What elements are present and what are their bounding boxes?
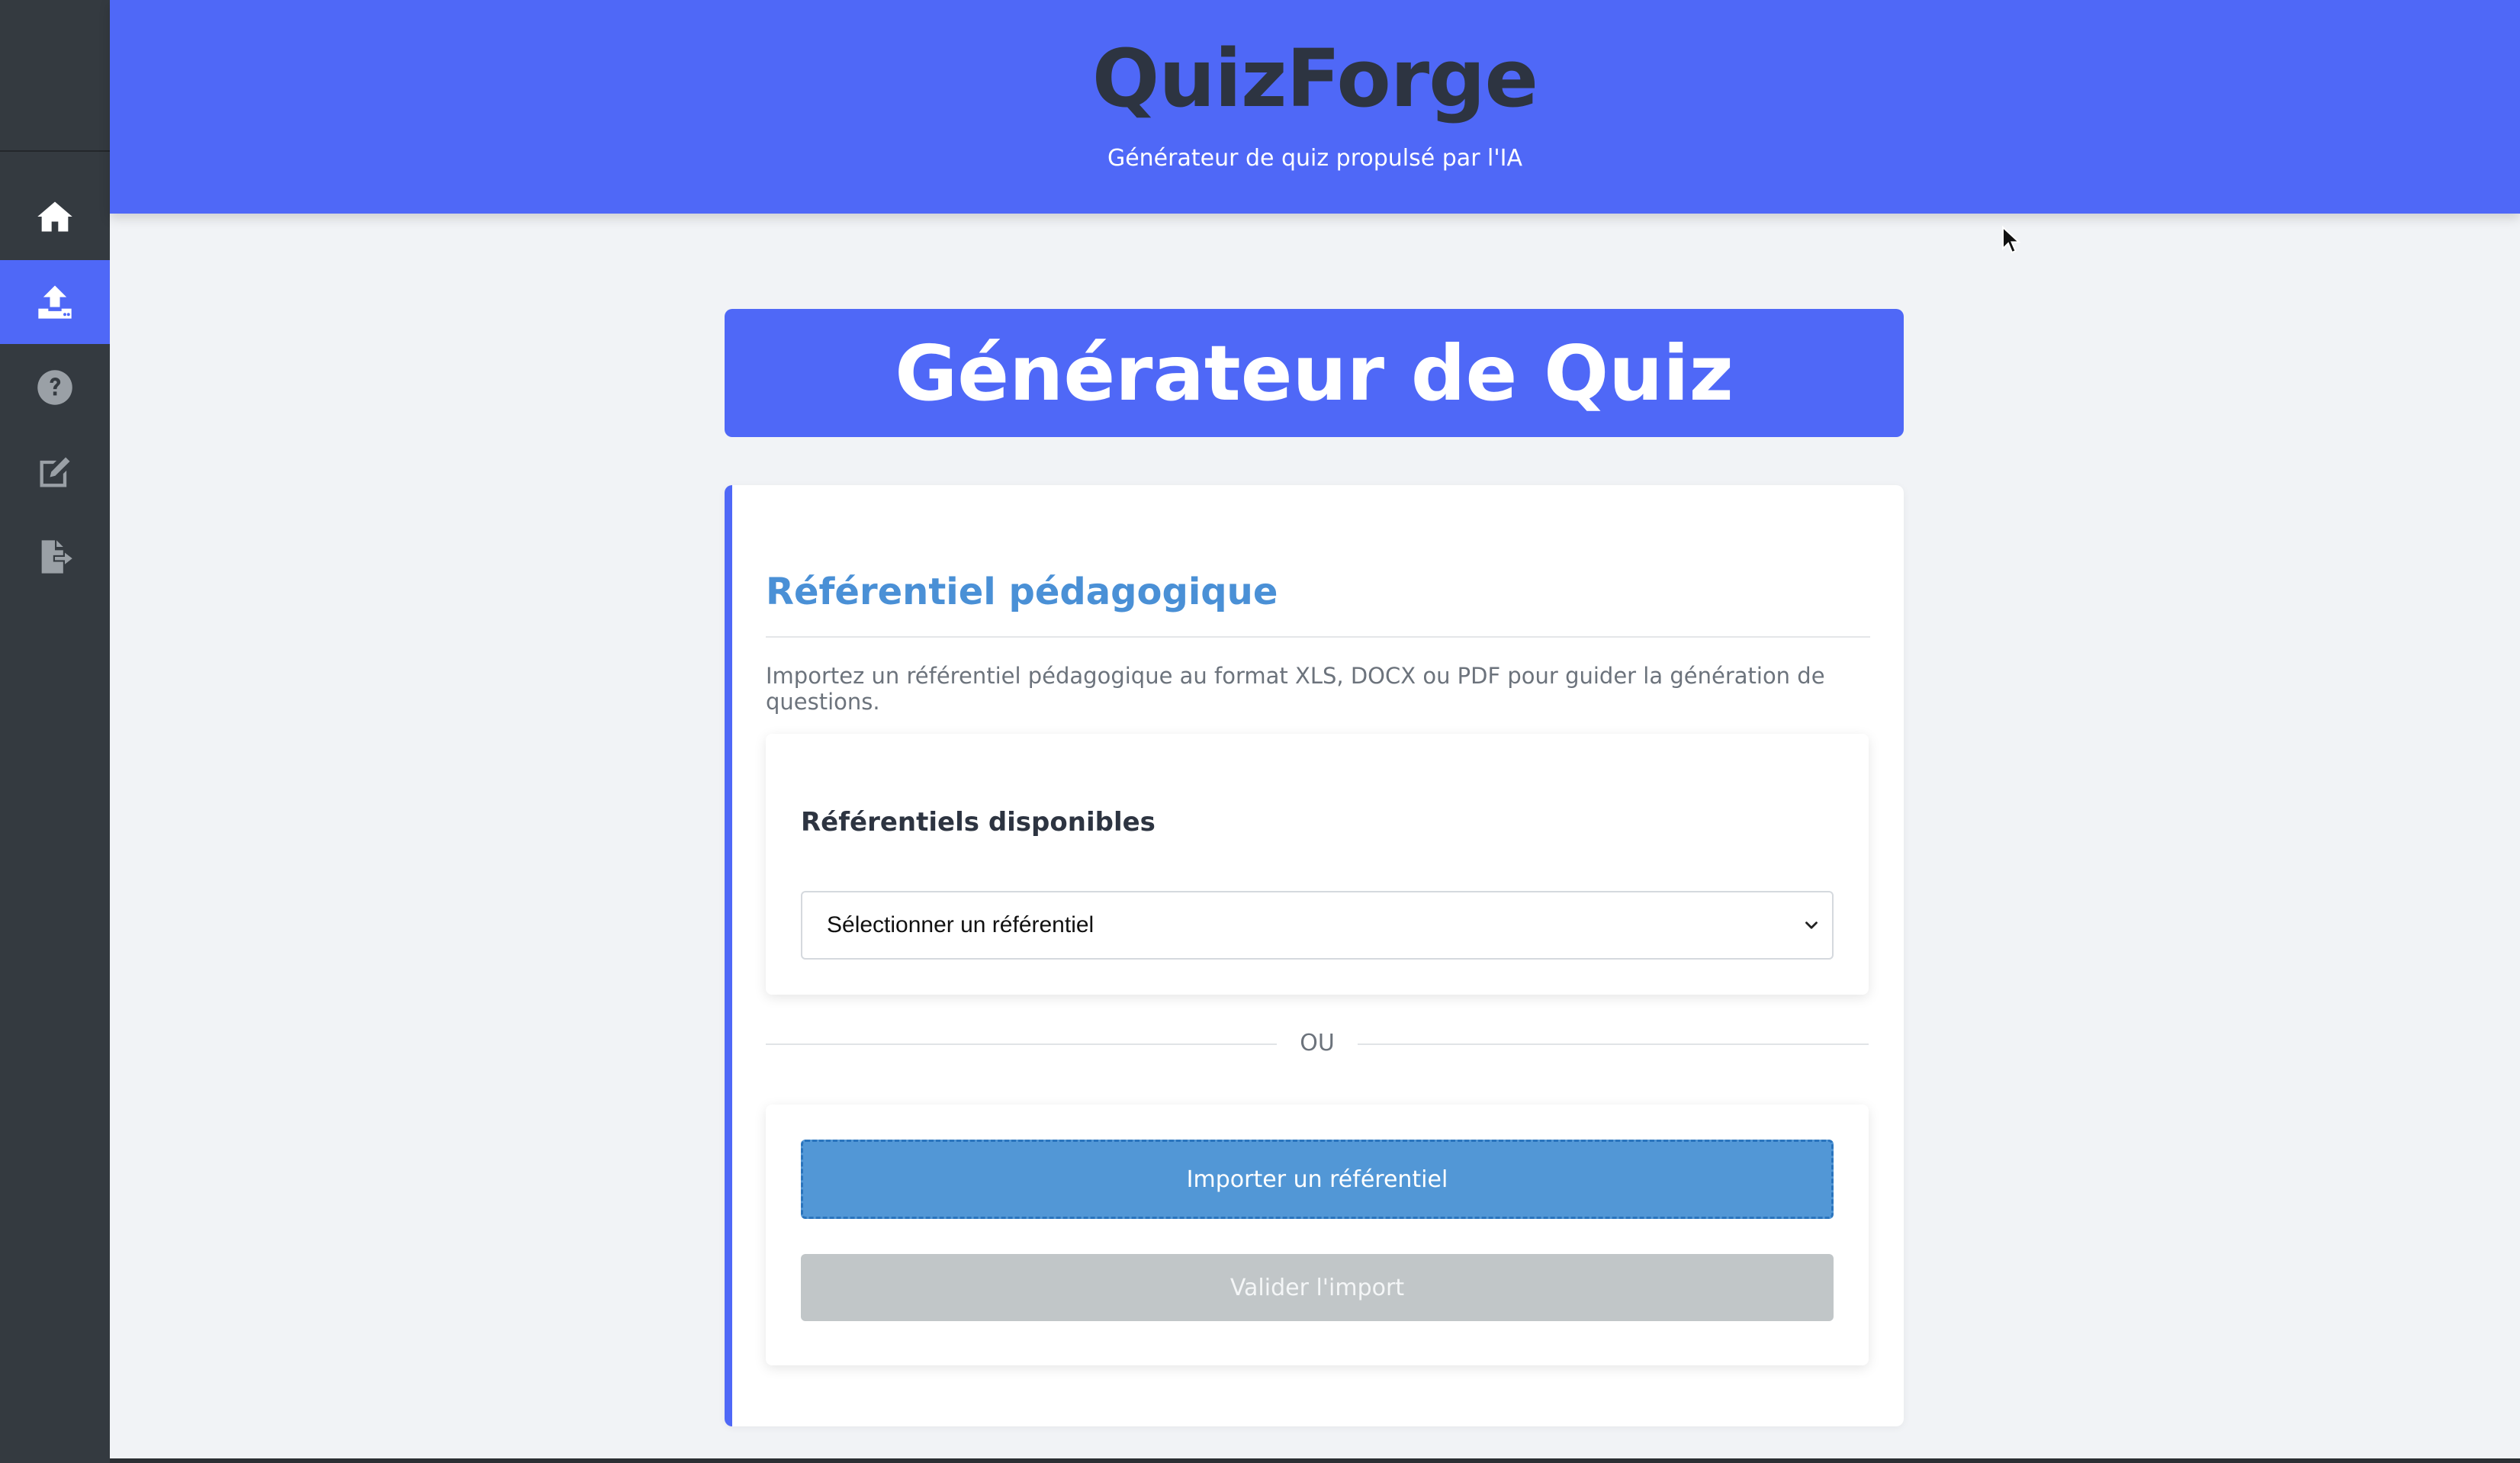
sidebar-item-upload[interactable]: [0, 260, 110, 344]
import-referential-button[interactable]: Importer un référentiel: [801, 1140, 1834, 1219]
sidebar-item-edit[interactable]: [0, 430, 110, 514]
chevron-down-icon: [1805, 921, 1818, 929]
available-referentials-panel: Référentiels disponibles Sélectionner un…: [766, 734, 1869, 995]
sidebar-item-export[interactable]: [0, 515, 110, 599]
section-title: Référentiel pédagogique: [766, 571, 1278, 613]
file-export-icon: [41, 540, 72, 574]
window-bottom-edge: [110, 1458, 2520, 1463]
page-banner: Générateur de Quiz: [725, 309, 1904, 437]
home-icon: [37, 201, 72, 232]
question-circle-icon: [37, 370, 72, 405]
page-title: Générateur de Quiz: [895, 328, 1734, 418]
upload-icon: [38, 285, 72, 319]
app-subtitle: Générateur de quiz propulsé par l'IA: [1107, 145, 1523, 172]
app-header: QuizForge Générateur de quiz propulsé pa…: [110, 0, 2520, 214]
mouse-cursor-icon: [2002, 226, 2021, 254]
section-description: Importez un référentiel pédagogique au f…: [766, 663, 1825, 715]
referential-select[interactable]: Sélectionner un référentiel: [801, 891, 1834, 960]
sidebar: [0, 0, 110, 1463]
sidebar-item-questions[interactable]: [0, 346, 110, 429]
app-title: QuizForge: [1091, 32, 1538, 125]
or-divider-line-right: [1358, 1043, 1869, 1045]
app-window: QuizForge Générateur de quiz propulsé pa…: [0, 0, 2520, 1463]
validate-import-button[interactable]: Valider l'import: [801, 1254, 1834, 1321]
referential-card: Référentiel pédagogique Importez un réfé…: [725, 485, 1904, 1426]
import-panel: Importer un référentiel Valider l'import: [766, 1104, 1869, 1365]
available-referentials-label: Référentiels disponibles: [801, 807, 1156, 838]
section-divider: [766, 636, 1870, 638]
or-divider: OU: [766, 1027, 1869, 1060]
edit-icon: [40, 457, 70, 487]
sidebar-item-home[interactable]: [0, 175, 110, 259]
sidebar-brand-area: [0, 0, 110, 152]
referential-select-value: Sélectionner un référentiel: [827, 912, 1094, 937]
